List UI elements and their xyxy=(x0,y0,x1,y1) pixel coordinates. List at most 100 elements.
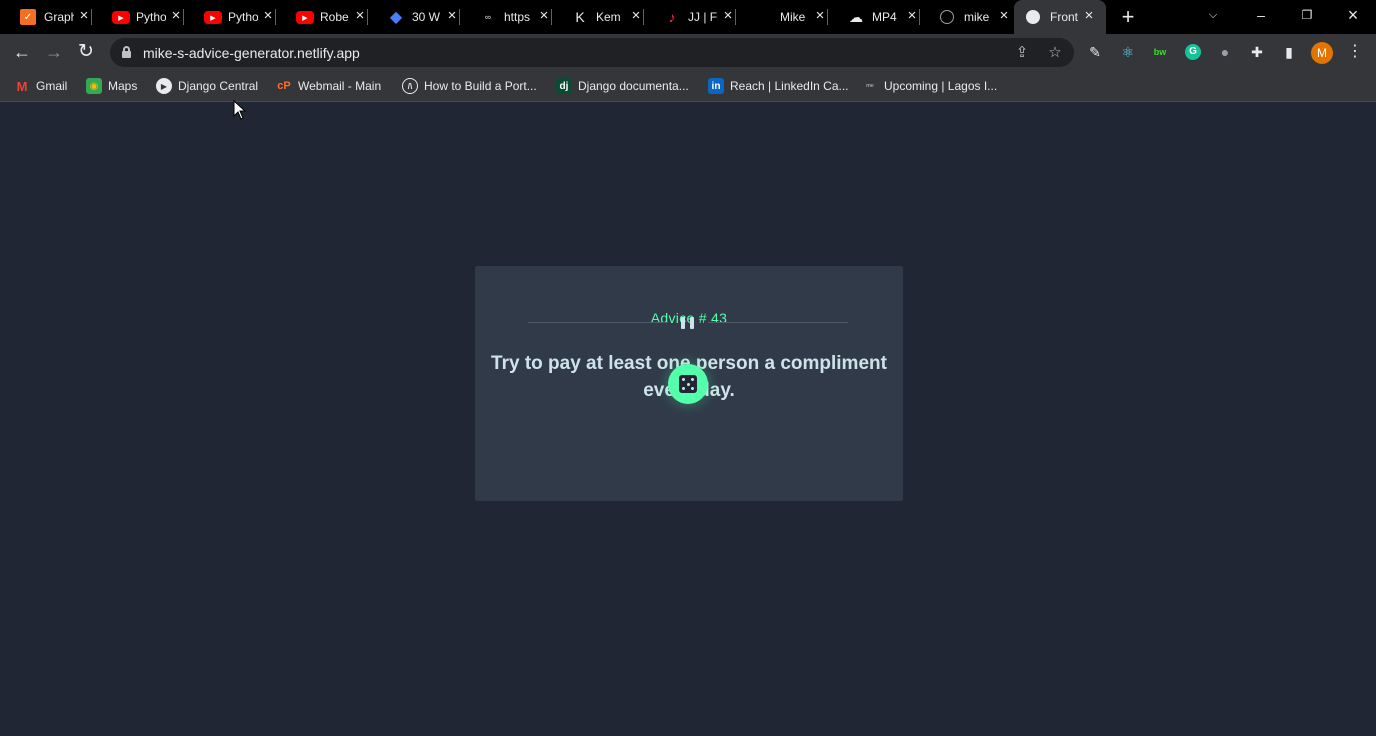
dice-icon xyxy=(679,375,697,393)
tab-title: JJ | Fr xyxy=(688,10,718,24)
browser-toolbar: ← → ↻ mike-s-advice-generator.netlify.ap… xyxy=(0,34,1376,71)
bookmark-label: Django Central xyxy=(178,79,259,93)
youtube-icon: ▶ xyxy=(296,11,314,24)
react-devtools-icon[interactable]: ⚛ xyxy=(1118,42,1138,62)
dj-icon: dj xyxy=(556,78,572,94)
close-tab-icon[interactable]: × xyxy=(813,8,827,24)
browser-tab[interactable]: ✓ Graph × xyxy=(0,0,92,34)
bookmark-label: Gmail xyxy=(36,79,68,93)
globe-icon xyxy=(940,10,954,24)
k-logo-icon: K xyxy=(575,9,585,25)
close-tab-icon[interactable]: × xyxy=(721,8,735,24)
url-text[interactable]: mike-s-advice-generator.netlify.app xyxy=(143,45,360,61)
bookmark-item[interactable]: ᵐᵉ Upcoming | Lagos I... xyxy=(862,77,997,95)
generate-advice-button[interactable] xyxy=(668,364,708,404)
browser-tab[interactable]: ▶ Robe × xyxy=(276,0,368,34)
close-tab-icon[interactable]: × xyxy=(353,8,367,24)
browser-tab[interactable]: ▶ Pytho × xyxy=(92,0,184,34)
youtube-icon: ▶ xyxy=(112,11,130,24)
close-tab-icon[interactable]: × xyxy=(997,8,1011,24)
profile-avatar[interactable]: M xyxy=(1311,42,1333,64)
tab-search-button[interactable]: ⌵ xyxy=(1190,0,1236,32)
tab-title: mike xyxy=(964,10,990,24)
youtube-icon: ▶ xyxy=(204,11,222,24)
extensions-puzzle-icon[interactable]: ✚ xyxy=(1247,42,1267,62)
close-tab-icon[interactable]: × xyxy=(445,8,459,24)
lock-icon[interactable] xyxy=(122,46,131,58)
back-button[interactable]: ← xyxy=(9,39,35,65)
close-tab-icon[interactable]: × xyxy=(629,8,643,24)
bookmark-label: Maps xyxy=(108,79,138,93)
bookmark-item[interactable]: dj Django documenta... xyxy=(556,77,689,95)
bookmark-item[interactable]: cP Webmail - Main xyxy=(276,77,381,95)
browser-tab[interactable]: mike × xyxy=(920,0,1012,34)
close-tab-icon[interactable]: × xyxy=(169,8,183,24)
close-tab-icon[interactable]: × xyxy=(77,8,91,24)
close-tab-icon[interactable]: × xyxy=(905,8,919,24)
pause-divider-icon xyxy=(680,317,696,329)
browser-tab-active[interactable]: Front × xyxy=(1014,0,1106,34)
cpanel-icon: cP xyxy=(277,80,291,92)
bookmark-item[interactable]: /\ How to Build a Port... xyxy=(402,77,537,95)
close-window-button[interactable]: × xyxy=(1330,0,1376,32)
pen-extension-icon[interactable]: ✎ xyxy=(1085,42,1105,62)
close-tab-icon[interactable]: × xyxy=(1082,8,1096,24)
bookmark-item[interactable]: ▶ Django Central xyxy=(156,77,258,95)
diamond-app-icon: ◆ xyxy=(389,9,403,26)
menu-kebab-icon[interactable]: ⋮ xyxy=(1345,42,1365,62)
extension-icon[interactable]: bw xyxy=(1150,42,1170,62)
bookmark-item[interactable]: ◉ Maps xyxy=(86,77,137,95)
tab-title: Front xyxy=(1050,10,1079,24)
bookmark-label: Reach | LinkedIn Ca... xyxy=(730,79,849,93)
tab-title: Pytho xyxy=(136,10,166,24)
bookmark-label: Upcoming | Lagos I... xyxy=(884,79,998,93)
tab-title: MP4 xyxy=(872,10,897,24)
tiktok-icon: ♪ xyxy=(668,9,676,25)
blank-icon xyxy=(756,9,772,25)
minimize-button[interactable]: – xyxy=(1238,0,1284,32)
browser-tab[interactable]: ◆ 30 W × xyxy=(368,0,460,34)
code-icon: /\ xyxy=(402,78,418,94)
divider-line-right xyxy=(708,322,848,323)
bookmark-item[interactable]: M Gmail xyxy=(14,77,68,95)
tab-title: 30 W xyxy=(412,10,441,24)
side-panel-icon[interactable]: ▮ xyxy=(1279,42,1299,62)
maps-icon: ◉ xyxy=(86,78,102,94)
cloud-icon: ☁ xyxy=(849,8,863,25)
address-bar[interactable]: mike-s-advice-generator.netlify.app ⇪ ☆ xyxy=(110,38,1074,67)
bookmark-star-icon[interactable]: ☆ xyxy=(1045,43,1065,63)
tab-title: Mike xyxy=(780,10,806,24)
browser-tab[interactable]: ☁ MP4 × xyxy=(828,0,920,34)
new-tab-button[interactable]: + xyxy=(1117,6,1139,28)
gmail-icon: M xyxy=(16,78,28,94)
tab-title: https xyxy=(504,10,531,24)
reload-button[interactable]: ↻ xyxy=(73,39,99,65)
browser-tab[interactable]: Mike × xyxy=(736,0,828,34)
browser-tab[interactable]: ∞ https × xyxy=(460,0,552,34)
graph-app-icon: ✓ xyxy=(20,9,36,25)
link-icon: ∞ xyxy=(484,12,492,22)
close-tab-icon[interactable]: × xyxy=(261,8,275,24)
play-circle-icon: ▶ xyxy=(156,78,172,94)
tab-title: Graph xyxy=(44,10,74,24)
tab-strip: ✓ Graph × ▶ Pytho × ▶ Pytho × ▶ Robe × ◆… xyxy=(0,0,1376,34)
browser-tab[interactable]: ▶ Pytho × xyxy=(184,0,276,34)
bookmarks-bar: M Gmail ◉ Maps ▶ Django Central cP Webma… xyxy=(0,71,1376,102)
mouse-cursor-icon xyxy=(233,100,247,120)
bookmark-label: How to Build a Port... xyxy=(424,79,537,93)
page-viewport: Advice # 43 Try to pay at least one pers… xyxy=(0,103,1376,736)
linkedin-icon: in xyxy=(708,78,724,94)
share-icon[interactable]: ⇪ xyxy=(1012,43,1032,63)
bookmark-label: Webmail - Main xyxy=(298,79,382,93)
browser-tab[interactable]: K Kem × xyxy=(552,0,644,34)
grammarly-icon[interactable]: G xyxy=(1183,42,1203,62)
close-tab-icon[interactable]: × xyxy=(537,8,551,24)
forward-button[interactable]: → xyxy=(41,39,67,65)
bookmark-label: Django documenta... xyxy=(578,79,689,93)
extension-icon[interactable]: ● xyxy=(1215,42,1235,62)
restore-button[interactable]: ❐ xyxy=(1284,0,1330,32)
tab-title: Robe xyxy=(320,10,349,24)
bookmark-item[interactable]: in Reach | LinkedIn Ca... xyxy=(708,77,849,95)
tab-title: Pytho xyxy=(228,10,258,24)
browser-tab[interactable]: ♪ JJ | Fr × xyxy=(644,0,736,34)
